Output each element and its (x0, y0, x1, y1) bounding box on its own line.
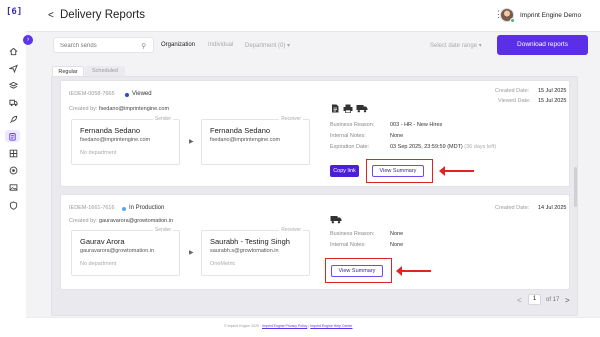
target-icon[interactable] (8, 165, 18, 175)
pagination-next-button[interactable]: > (565, 296, 570, 305)
send-icon[interactable] (8, 63, 18, 73)
tab-scheduled[interactable]: Scheduled (85, 66, 125, 76)
sidebar: [6] (0, 0, 26, 337)
back-button[interactable]: < (48, 10, 54, 21)
annotation-arrow-icon (439, 166, 474, 176)
receiver-email: saurabh.s@growtomation.in (210, 248, 279, 254)
created-date-value: 15 Jul 2025 (538, 88, 567, 94)
sender-department: No department (80, 261, 117, 267)
send-id: IEDEM-0058-7665 (69, 91, 115, 97)
top-header: < Delivery Reports ⋮ Imprint Engine Demo (26, 0, 600, 32)
internal-notes-value: None (390, 133, 404, 139)
layers-icon[interactable] (8, 80, 18, 90)
status-dot (122, 207, 126, 211)
sender-role-label: Sender (152, 227, 173, 233)
footer-text: © Imprint Engine 2025 · Imprint Engine P… (224, 324, 353, 328)
arrow-right-icon: ▶ (189, 139, 194, 145)
download-reports-button[interactable]: Download reports (497, 35, 588, 55)
clipboard-icon[interactable] (5, 130, 20, 142)
report-card: IEDEM-1661-7616 In Production Created by… (60, 194, 570, 290)
truck-icon[interactable] (8, 97, 18, 107)
viewed-date-value: 15 Jul 2025 (538, 98, 567, 104)
receiver-name: Saurabh - Testing Singh (210, 237, 290, 246)
sender-name: Fernanda Sedano (80, 126, 141, 135)
sender-email: gauravarora@growtomation.in (80, 248, 155, 254)
filter-individual[interactable]: Individual (208, 42, 233, 48)
pagination-total: of 17 (546, 297, 560, 303)
report-card: IEDEM-0058-7665 Viewed Created by: fseda… (60, 80, 570, 187)
pagination-prev-button[interactable]: < (517, 296, 522, 305)
sender-department: No department (80, 150, 117, 156)
tab-regular[interactable]: Regular (52, 66, 84, 76)
organization-name[interactable]: Imprint Engine Demo (520, 12, 581, 19)
footer: © Imprint Engine 2025 · Imprint Engine P… (26, 317, 600, 337)
status-badge: In Production (129, 205, 165, 211)
viewed-date-label: Viewed Date: (498, 98, 531, 104)
shield-icon[interactable] (8, 200, 18, 210)
search-icon[interactable]: ⚲ (141, 42, 146, 50)
business-reason-label: Business Reason: (330, 122, 375, 128)
receiver-role-label: Receiver (279, 227, 303, 233)
app-logo[interactable]: [6] (6, 7, 22, 17)
view-summary-button[interactable]: View Summary (331, 265, 383, 277)
business-reason-value: None (390, 231, 404, 237)
privacy-policy-link[interactable]: Imprint Engine Privacy Policy (262, 324, 307, 328)
receiver-department: OneMetric (210, 261, 236, 267)
date-range-select[interactable]: Select date range ▾ (430, 42, 482, 49)
page-title: Delivery Reports (60, 9, 145, 21)
sender-box: Sender Gaurav Arora gauravarora@growtoma… (71, 227, 180, 276)
document-icon (332, 104, 339, 113)
reports-list-panel: IEDEM-0058-7665 Viewed Created by: fseda… (51, 76, 578, 316)
receiver-box: Receiver Fernanda Sedano fsedano@imprint… (201, 116, 310, 165)
receiver-email: fsedano@imprintengine.com (210, 137, 281, 143)
internal-notes-value: None (390, 242, 404, 248)
status-dot (125, 93, 129, 97)
created-date-label: Created Date: (495, 205, 530, 211)
scrollbar[interactable] (574, 167, 577, 207)
expiration-date-value: 03 Sep 2025, 23:59:59 (MDT) (36 days lef… (390, 144, 497, 150)
help-center-link[interactable]: Imprint Engine Help Center (310, 324, 352, 328)
status-badge: Viewed (132, 91, 152, 97)
search-box: ⚲ (53, 37, 154, 53)
filter-organization[interactable]: Organization (161, 42, 195, 48)
printer-icon (343, 104, 353, 113)
sender-name: Gaurav Arora (80, 237, 125, 246)
view-summary-button[interactable]: View Summary (372, 165, 424, 177)
rocket-icon[interactable] (8, 114, 18, 124)
created-date-label: Created Date: (495, 88, 530, 94)
send-id: IEDEM-1661-7616 (69, 205, 115, 211)
channel-icons (330, 104, 368, 113)
expiration-date-label: Expiration Date: (330, 144, 370, 150)
truck-icon (330, 216, 342, 224)
pagination-page-input[interactable]: 1 (528, 294, 541, 305)
grid-icon[interactable] (8, 148, 18, 158)
receiver-role-label: Receiver (279, 116, 303, 122)
search-input[interactable] (60, 41, 136, 50)
business-reason-value: 003 - HR - New Hires (390, 122, 443, 128)
sender-box: Sender Fernanda Sedano fsedano@imprinten… (71, 116, 180, 165)
channel-icons (330, 215, 342, 224)
truck-icon (356, 105, 368, 113)
online-status-dot (510, 18, 515, 23)
created-date-value: 14 Jul 2025 (538, 205, 567, 211)
created-by: Created by: fsedano@imprintengine.com (69, 106, 170, 112)
sender-role-label: Sender (152, 116, 173, 122)
copy-link-button[interactable]: Copy link (330, 165, 359, 177)
receiver-name: Fernanda Sedano (210, 126, 271, 135)
image-icon[interactable] (8, 182, 18, 192)
annotation-arrow-icon (396, 266, 431, 276)
created-by: Created by: gauravarora@growtomation.in (69, 218, 174, 224)
internal-notes-label: Internal Notes: (330, 133, 366, 139)
filter-department[interactable]: Department (0) ▾ (245, 42, 290, 49)
sidebar-collapse-button[interactable]: › (23, 35, 33, 45)
internal-notes-label: Internal Notes: (330, 242, 366, 248)
receiver-box: Receiver Saurabh - Testing Singh saurabh… (201, 227, 310, 276)
home-icon[interactable] (8, 46, 18, 56)
arrow-right-icon: ▶ (189, 250, 194, 256)
sender-email: fsedano@imprintengine.com (80, 137, 151, 143)
business-reason-label: Business Reason: (330, 231, 375, 237)
